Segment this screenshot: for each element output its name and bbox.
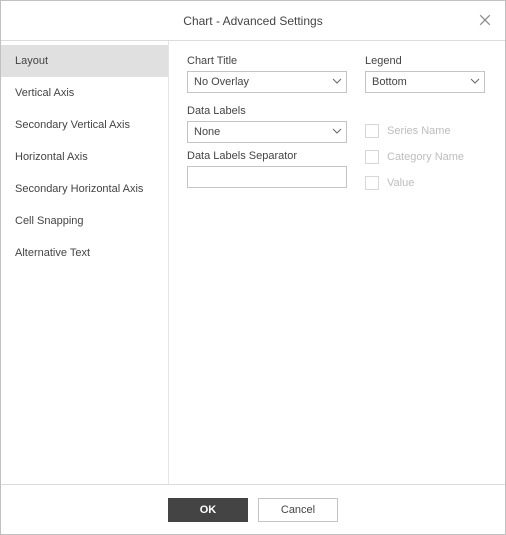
legend-value: Bottom bbox=[372, 76, 407, 88]
sidebar-item-secondary-horizontal-axis[interactable]: Secondary Horizontal Axis bbox=[1, 173, 168, 205]
main-panel: Chart Title No Overlay Legend Bottom bbox=[169, 41, 505, 484]
legend-select[interactable]: Bottom bbox=[365, 71, 485, 93]
sidebar-item-vertical-axis[interactable]: Vertical Axis bbox=[1, 77, 168, 109]
cancel-button[interactable]: Cancel bbox=[258, 498, 338, 522]
category-name-checkbox-label: Category Name bbox=[387, 151, 464, 163]
dialog-body: Layout Vertical Axis Secondary Vertical … bbox=[1, 41, 505, 484]
sidebar-item-label: Horizontal Axis bbox=[15, 151, 88, 163]
sidebar-item-alternative-text[interactable]: Alternative Text bbox=[1, 237, 168, 269]
series-name-checkbox-row: Series Name bbox=[365, 120, 485, 142]
close-button[interactable] bbox=[473, 9, 497, 33]
titlebar: Chart - Advanced Settings bbox=[1, 1, 505, 41]
sidebar-item-label: Secondary Vertical Axis bbox=[15, 119, 130, 131]
chevron-down-icon bbox=[332, 76, 342, 89]
chart-title-label: Chart Title bbox=[187, 55, 347, 67]
sidebar: Layout Vertical Axis Secondary Vertical … bbox=[1, 41, 169, 484]
sidebar-item-label: Layout bbox=[15, 55, 48, 67]
chevron-down-icon bbox=[332, 126, 342, 139]
category-name-checkbox-row: Category Name bbox=[365, 146, 485, 168]
sidebar-item-secondary-vertical-axis[interactable]: Secondary Vertical Axis bbox=[1, 109, 168, 141]
footer: OK Cancel bbox=[1, 484, 505, 534]
data-labels-separator-input[interactable] bbox=[187, 166, 347, 188]
series-name-checkbox-label: Series Name bbox=[387, 125, 451, 137]
sidebar-item-label: Cell Snapping bbox=[15, 215, 84, 227]
sidebar-item-layout[interactable]: Layout bbox=[1, 45, 168, 77]
chart-title-select[interactable]: No Overlay bbox=[187, 71, 347, 93]
value-checkbox-row: Value bbox=[365, 172, 485, 194]
data-labels-label: Data Labels bbox=[187, 105, 347, 117]
value-checkbox-label: Value bbox=[387, 177, 414, 189]
sidebar-item-label: Alternative Text bbox=[15, 247, 90, 259]
cancel-button-label: Cancel bbox=[281, 504, 315, 516]
sidebar-item-label: Vertical Axis bbox=[15, 87, 74, 99]
ok-button[interactable]: OK bbox=[168, 498, 248, 522]
data-labels-select[interactable]: None bbox=[187, 121, 347, 143]
data-label-options: Series Name Category Name Value bbox=[365, 105, 485, 198]
legend-label: Legend bbox=[365, 55, 485, 67]
data-labels-value: None bbox=[194, 126, 220, 138]
data-labels-separator-label: Data Labels Separator bbox=[187, 150, 347, 162]
close-icon bbox=[479, 14, 491, 29]
sidebar-item-label: Secondary Horizontal Axis bbox=[15, 183, 143, 195]
category-name-checkbox[interactable] bbox=[365, 150, 379, 164]
value-checkbox[interactable] bbox=[365, 176, 379, 190]
sidebar-item-cell-snapping[interactable]: Cell Snapping bbox=[1, 205, 168, 237]
chart-title-value: No Overlay bbox=[194, 76, 249, 88]
data-labels-separator-field: Data Labels Separator bbox=[187, 150, 347, 188]
dialog: Chart - Advanced Settings Layout Vertica… bbox=[0, 0, 506, 535]
series-name-checkbox[interactable] bbox=[365, 124, 379, 138]
dialog-title: Chart - Advanced Settings bbox=[183, 14, 322, 28]
chart-title-field: Chart Title No Overlay bbox=[187, 55, 347, 93]
sidebar-item-horizontal-axis[interactable]: Horizontal Axis bbox=[1, 141, 168, 173]
chevron-down-icon bbox=[470, 76, 480, 89]
ok-button-label: OK bbox=[200, 504, 217, 516]
legend-field: Legend Bottom bbox=[365, 55, 485, 93]
